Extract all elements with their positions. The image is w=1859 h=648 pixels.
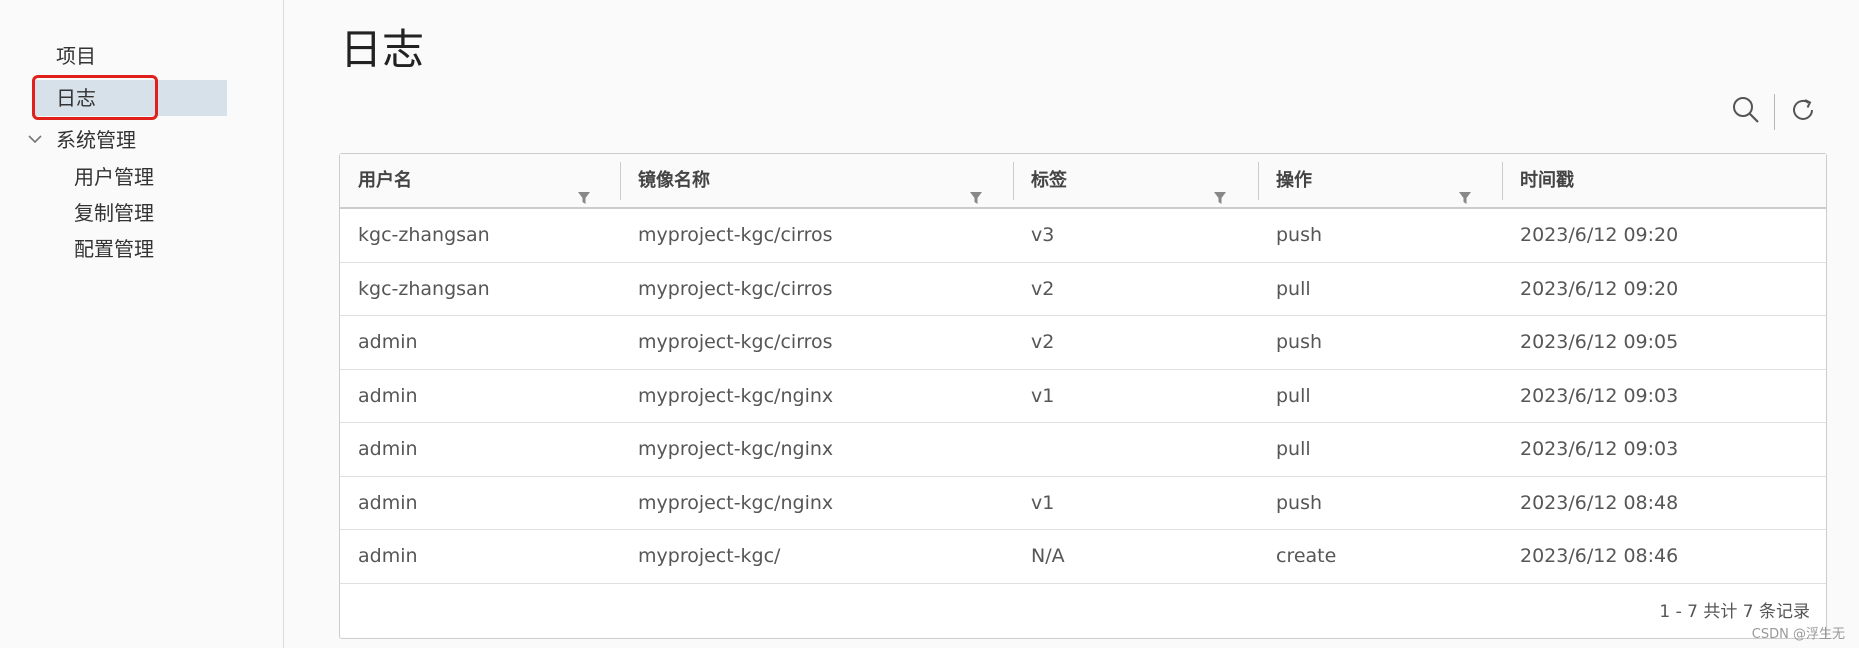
cell-operation: pull bbox=[1276, 438, 1311, 460]
column-header-label: 标签 bbox=[1031, 170, 1067, 191]
cell-timestamp: 2023/6/12 09:20 bbox=[1520, 224, 1679, 246]
sidebar-item-logs[interactable]: 日志 bbox=[32, 80, 227, 116]
cell-tag: v2 bbox=[1031, 331, 1055, 353]
watermark: CSDN @浮生无 bbox=[1751, 627, 1845, 642]
cell-username: admin bbox=[358, 331, 418, 353]
cell-username: admin bbox=[358, 438, 418, 460]
search-icon bbox=[1731, 95, 1761, 129]
cell-tag: v2 bbox=[1031, 277, 1055, 300]
cell-timestamp: 2023/6/12 09:05 bbox=[1520, 331, 1679, 353]
cell-timestamp: 2023/6/12 09:03 bbox=[1520, 384, 1679, 407]
table-row[interactable]: admin myproject-kgc/ N/A create 2023/6/1… bbox=[340, 530, 1826, 584]
column-header-operation[interactable]: 操作 bbox=[1258, 154, 1502, 207]
cell-operation: pull bbox=[1276, 384, 1311, 407]
refresh-button[interactable] bbox=[1785, 94, 1821, 130]
sidebar-item-configuration-management[interactable]: 配置管理 bbox=[74, 231, 154, 267]
column-header-label: 镜像名称 bbox=[638, 170, 710, 191]
cell-operation: push bbox=[1276, 331, 1323, 353]
cell-image-name: myproject-kgc/nginx bbox=[638, 384, 834, 407]
table-row[interactable]: admin myproject-kgc/nginx v1 push 2023/6… bbox=[340, 477, 1826, 530]
cell-timestamp: 2023/6/12 09:20 bbox=[1520, 277, 1679, 300]
cell-timestamp: 2023/6/12 08:46 bbox=[1520, 545, 1679, 567]
cell-tag: v1 bbox=[1031, 384, 1055, 407]
sidebar-group-system-label: 系统管理 bbox=[56, 128, 136, 152]
table-row[interactable]: admin myproject-kgc/nginx pull 2023/6/12… bbox=[340, 423, 1826, 477]
cell-image-name: myproject-kgc/cirros bbox=[638, 224, 833, 246]
cell-image-name: myproject-kgc/ bbox=[638, 545, 781, 567]
cell-timestamp: 2023/6/12 08:48 bbox=[1520, 491, 1679, 514]
column-header-label: 操作 bbox=[1276, 170, 1312, 191]
table-toolbar bbox=[1728, 92, 1821, 132]
sidebar-item-logs-label: 日志 bbox=[56, 86, 96, 110]
sidebar: 项目 日志 系统管理 用户管理 复制管理 配置管理 bbox=[0, 0, 284, 648]
cell-tag: v1 bbox=[1031, 491, 1055, 514]
sidebar-group-system[interactable]: 系统管理 bbox=[28, 122, 136, 158]
table-row[interactable]: kgc-zhangsan myproject-kgc/cirros v2 pul… bbox=[340, 263, 1826, 316]
cell-username: admin bbox=[358, 491, 418, 514]
chevron-down-icon bbox=[28, 122, 46, 158]
sidebar-item-user-management[interactable]: 用户管理 bbox=[74, 159, 154, 195]
refresh-icon bbox=[1789, 96, 1817, 128]
cell-timestamp: 2023/6/12 09:03 bbox=[1520, 438, 1679, 460]
cell-tag: N/A bbox=[1031, 545, 1065, 567]
cell-tag: v3 bbox=[1031, 224, 1055, 246]
toolbar-divider bbox=[1774, 94, 1775, 130]
cell-image-name: myproject-kgc/cirros bbox=[638, 277, 833, 300]
column-header-label: 时间戳 bbox=[1520, 170, 1574, 191]
table-row[interactable]: kgc-zhangsan myproject-kgc/cirros v3 pus… bbox=[340, 209, 1826, 263]
filter-icon[interactable] bbox=[969, 173, 983, 204]
cell-operation: push bbox=[1276, 224, 1323, 246]
table-row[interactable]: admin myproject-kgc/cirros v2 push 2023/… bbox=[340, 316, 1826, 370]
table-footer-pagination: 1 - 7 共计 7 条记录 bbox=[1659, 602, 1810, 622]
filter-icon[interactable] bbox=[577, 173, 591, 204]
table-header: 用户名 镜像名称 标签 操作 时间戳 bbox=[340, 154, 1826, 209]
column-header-username[interactable]: 用户名 bbox=[340, 154, 620, 207]
cell-operation: push bbox=[1276, 491, 1323, 514]
cell-username: admin bbox=[358, 384, 418, 407]
sidebar-item-projects[interactable]: 项目 bbox=[56, 38, 96, 74]
filter-icon[interactable] bbox=[1213, 173, 1227, 204]
log-table: 用户名 镜像名称 标签 操作 时间戳 kgc-zhangsan myprojec… bbox=[339, 153, 1827, 639]
cell-username: admin bbox=[358, 545, 418, 567]
column-header-label: 用户名 bbox=[358, 170, 412, 191]
cell-image-name: myproject-kgc/nginx bbox=[638, 438, 834, 460]
page-title: 日志 bbox=[340, 25, 425, 74]
cell-username: kgc-zhangsan bbox=[358, 277, 490, 300]
table-row[interactable]: admin myproject-kgc/nginx v1 pull 2023/6… bbox=[340, 370, 1826, 423]
cell-operation: create bbox=[1276, 545, 1337, 567]
column-header-image-name[interactable]: 镜像名称 bbox=[620, 154, 1013, 207]
column-header-tag[interactable]: 标签 bbox=[1013, 154, 1258, 207]
cell-operation: pull bbox=[1276, 277, 1311, 300]
cell-username: kgc-zhangsan bbox=[358, 224, 490, 246]
search-button[interactable] bbox=[1728, 94, 1764, 130]
cell-image-name: myproject-kgc/nginx bbox=[638, 491, 834, 514]
column-header-timestamp[interactable]: 时间戳 bbox=[1502, 154, 1828, 207]
filter-icon[interactable] bbox=[1458, 173, 1472, 204]
cell-image-name: myproject-kgc/cirros bbox=[638, 331, 833, 353]
sidebar-item-replication-management[interactable]: 复制管理 bbox=[74, 195, 154, 231]
